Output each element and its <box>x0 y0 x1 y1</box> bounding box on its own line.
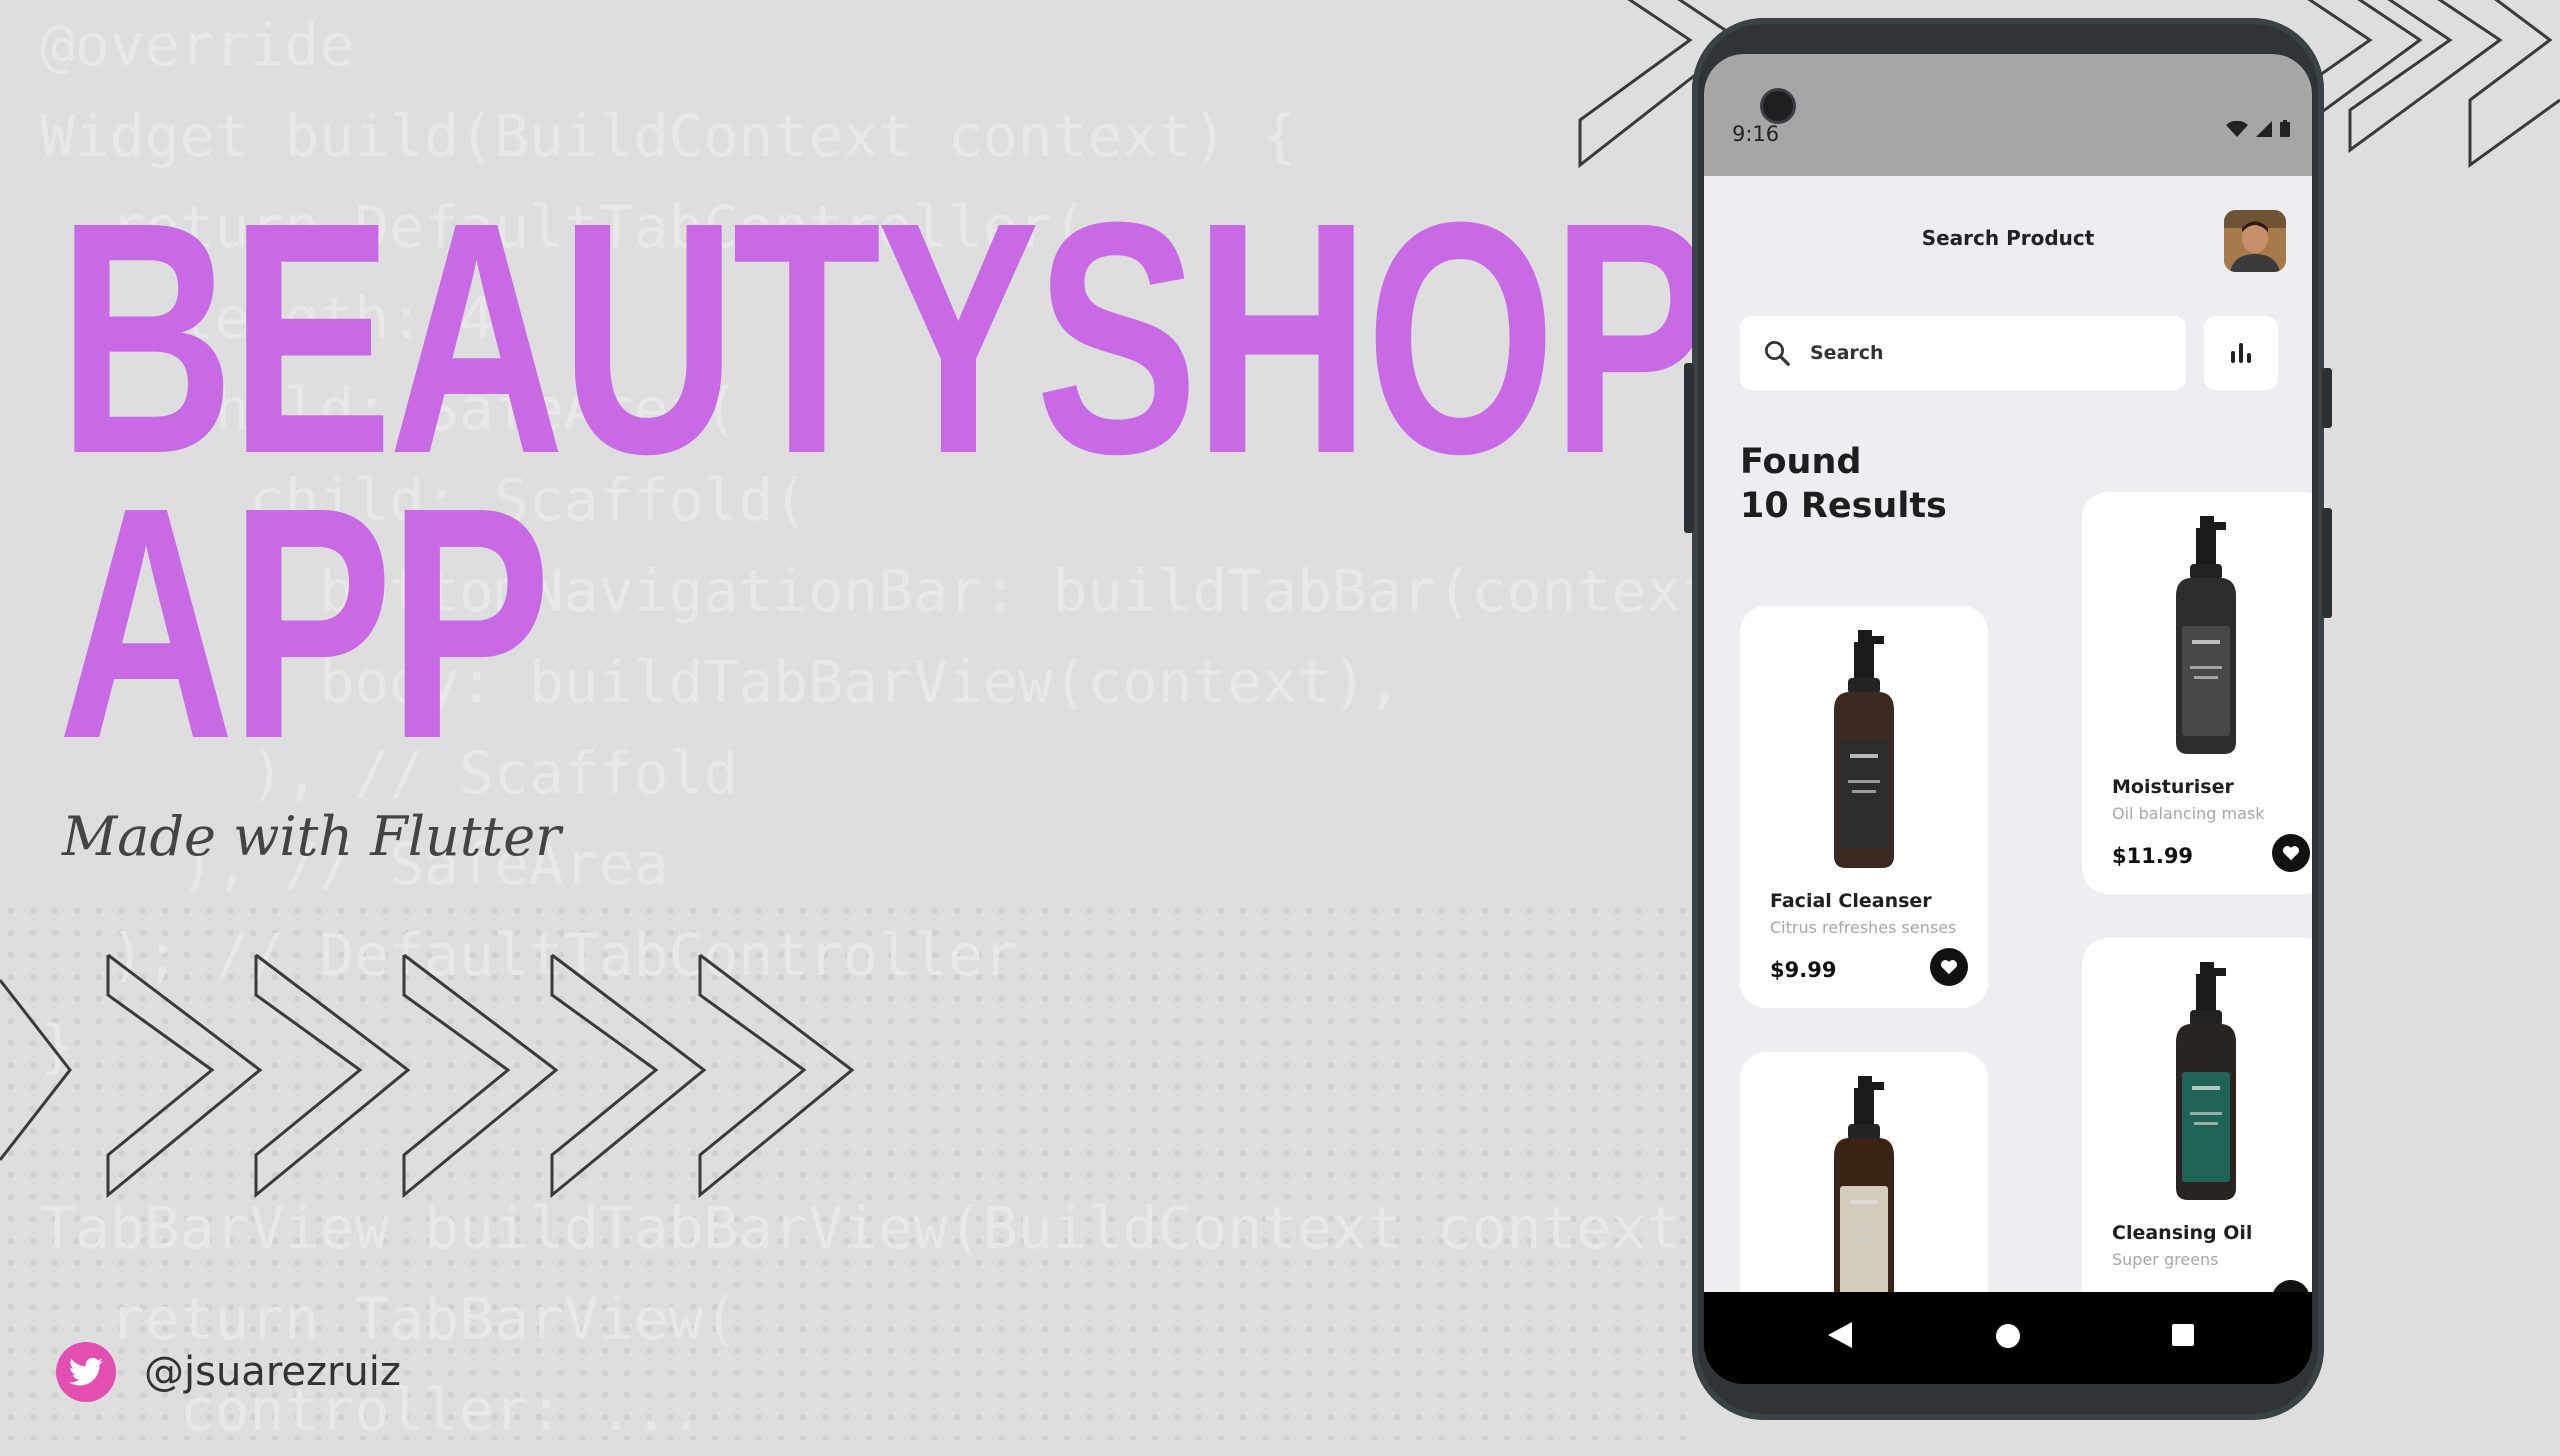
product-name: Cleansing Oil <box>2112 1222 2253 1244</box>
favorite-heart-button[interactable] <box>2272 1280 2310 1292</box>
product-card[interactable]: Facial Cleanser Citrus refreshes senses … <box>1740 606 1988 1008</box>
nav-back-icon[interactable] <box>1828 1322 1852 1348</box>
product-description: Oil balancing mask <box>2112 804 2265 823</box>
product-bottle-image <box>1834 1076 1894 1292</box>
phone-side-button <box>2322 368 2332 428</box>
bar-chart-filter-icon <box>2231 343 2251 363</box>
favorite-heart-button[interactable] <box>2272 834 2310 872</box>
twitter-bird-icon <box>56 1342 116 1402</box>
heart-icon <box>1940 960 1958 975</box>
battery-icon <box>2280 120 2290 137</box>
product-bottle-image <box>2176 962 2236 1200</box>
phone-left-button <box>1684 363 1694 533</box>
user-avatar[interactable] <box>2224 210 2286 272</box>
android-nav-bar <box>1704 1292 2312 1384</box>
favorite-heart-button[interactable] <box>1930 948 1968 986</box>
product-card[interactable]: Moisturiser Oil balancing mask $11.99 <box>2082 492 2312 894</box>
header-title: Search Product <box>1921 226 2095 250</box>
status-bar: 9:16 <box>1704 54 2312 176</box>
product-description: Super greens <box>2112 1250 2219 1269</box>
signal-icon <box>2256 120 2272 137</box>
twitter-credit[interactable]: @jsuarezruiz <box>56 1342 401 1402</box>
results-heading: Found 10 Results <box>1740 442 1947 526</box>
app-screen: Search Product Found 10 Results <box>1704 176 2312 1292</box>
chevron-pattern-left <box>0 953 855 1199</box>
product-name: Facial Cleanser <box>1770 890 1932 912</box>
front-camera <box>1760 88 1796 124</box>
phone-mockup: 9:16 Search Product Search Found 10 Resu… <box>1684 18 2332 1420</box>
nav-home-icon[interactable] <box>1996 1324 2020 1348</box>
search-bar[interactable] <box>1740 316 2186 390</box>
product-bottle-image <box>1834 630 1894 868</box>
product-name: Moisturiser <box>2112 776 2234 798</box>
made-with-flutter-subtitle: Made with Flutter <box>62 805 561 868</box>
product-description: Citrus refreshes senses <box>1770 918 1957 937</box>
status-icons <box>2226 120 2290 137</box>
product-bottle-image <box>2176 516 2236 754</box>
search-input[interactable] <box>1808 341 2112 365</box>
heart-icon <box>2282 846 2300 861</box>
wifi-icon <box>2226 120 2248 137</box>
twitter-handle: @jsuarezruiz <box>144 1349 401 1395</box>
app-title: BEAUTYSHOP APP <box>58 153 1714 807</box>
search-icon <box>1765 341 1790 366</box>
filter-button[interactable] <box>2204 316 2278 390</box>
phone-volume-button <box>2322 508 2332 618</box>
product-price: $9.99 <box>1770 958 1837 982</box>
product-price: $11.99 <box>2112 844 2194 868</box>
product-card[interactable]: Cleansing Oil Super greens $12.99 <box>2082 938 2312 1292</box>
product-card[interactable] <box>1740 1052 1988 1292</box>
status-time: 9:16 <box>1732 122 1780 146</box>
nav-recent-apps-icon[interactable] <box>2172 1324 2194 1346</box>
phone-screen: 9:16 Search Product Search Found 10 Resu… <box>1704 54 2312 1384</box>
